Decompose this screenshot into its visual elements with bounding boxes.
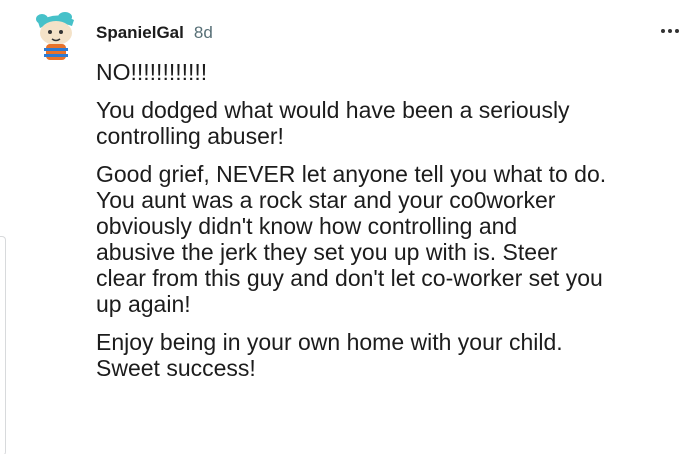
comment-body: NO!!!!!!!!!!!! You dodged what would hav… — [96, 59, 681, 393]
more-options-icon — [675, 29, 679, 33]
comment-paragraph: Enjoy being in your own home with your c… — [96, 329, 563, 381]
comment-paragraph: You dodged what would have been a seriou… — [96, 97, 570, 149]
cartoon-avatar-icon — [36, 12, 74, 60]
comment-paragraph: NO!!!!!!!!!!!! — [96, 59, 208, 85]
user-avatar[interactable] — [30, 8, 82, 64]
thread-collapse-line[interactable] — [0, 236, 6, 454]
username-link[interactable]: SpanielGal — [96, 23, 184, 43]
comment-age: 8d — [193, 23, 213, 42]
comment-paragraph: Good grief, NEVER let anyone tell you wh… — [96, 161, 607, 317]
more-options-icon — [661, 29, 665, 33]
more-options-icon — [668, 29, 672, 33]
more-options-button[interactable] — [650, 16, 690, 46]
comment-header: SpanielGal 8d — [96, 21, 213, 45]
